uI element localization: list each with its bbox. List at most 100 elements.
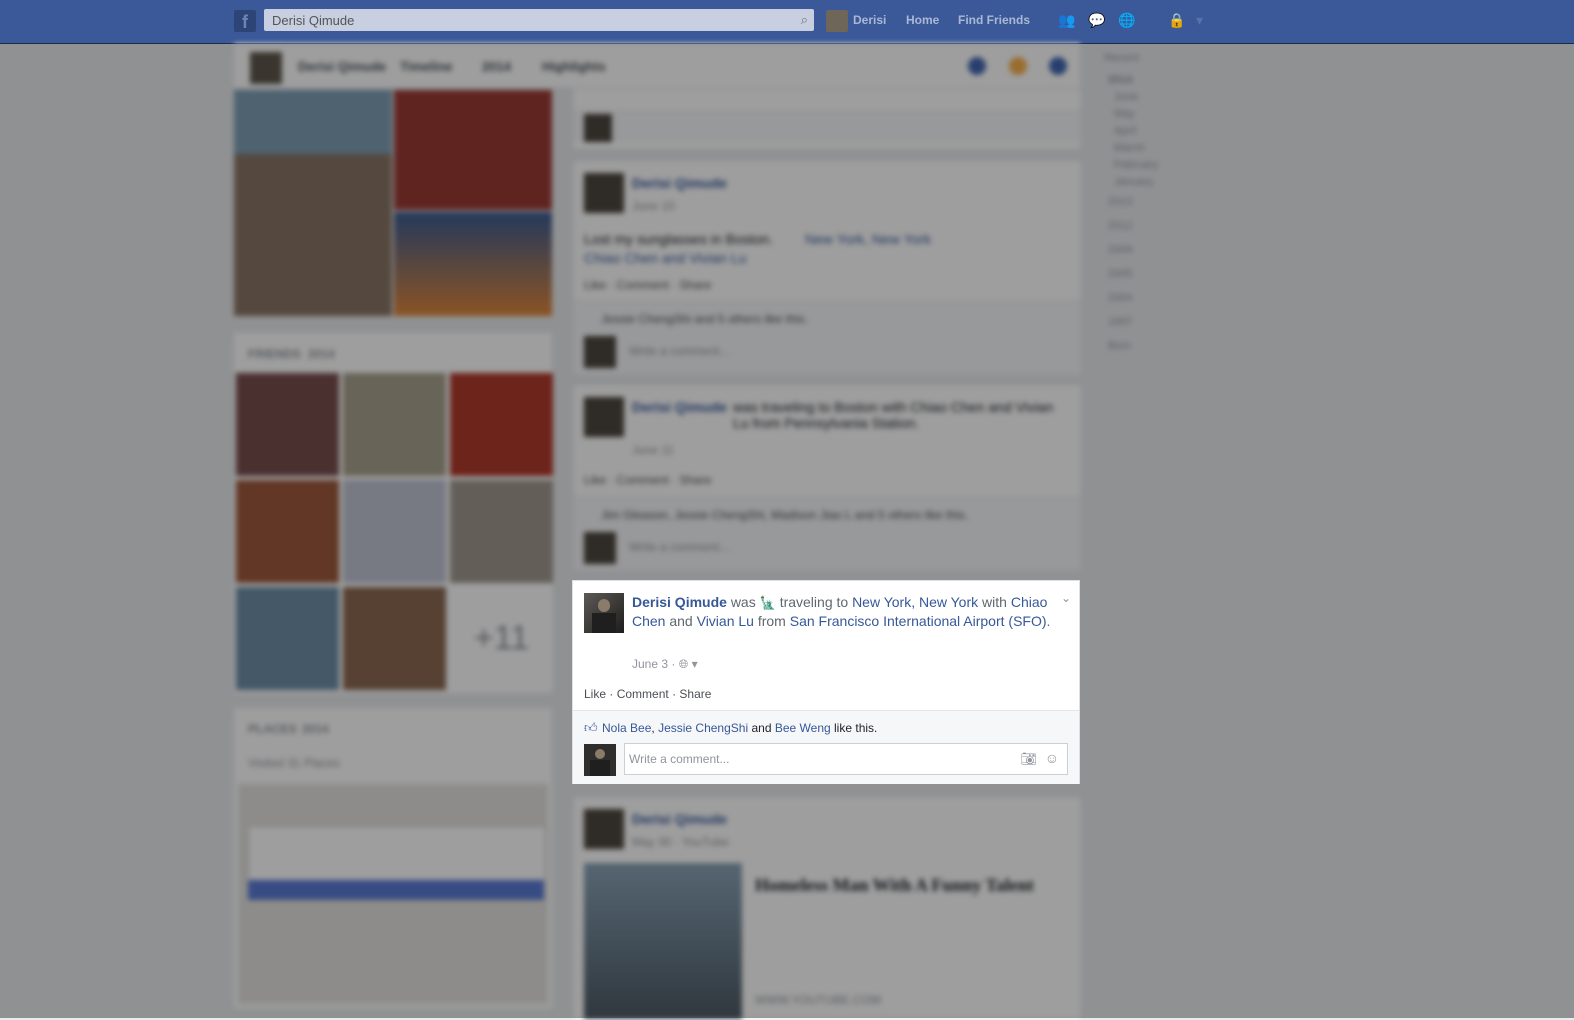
year-dropdown[interactable]: 2014 xyxy=(482,59,511,74)
nav-item[interactable]: May xyxy=(1114,108,1135,120)
places-box: PLACES 2014 Visited 31 Places xyxy=(234,708,552,1008)
friend-tile[interactable] xyxy=(343,587,446,690)
nav-item[interactable]: Born xyxy=(1108,340,1131,352)
more-friends-count[interactable]: +11 xyxy=(450,587,553,690)
post-author[interactable]: Derisi Qimude xyxy=(632,175,727,191)
video-title[interactable]: Homeless Man With A Funny Talent xyxy=(755,875,1034,896)
friend-link-vivian[interactable]: Vivian Lu xyxy=(697,613,754,629)
nav-item[interactable]: 2013 xyxy=(1108,196,1132,208)
like-button[interactable]: Like xyxy=(584,687,606,701)
comment-placeholder[interactable]: Write a comment... xyxy=(629,540,729,554)
tab-timeline[interactable]: Timeline xyxy=(400,59,453,74)
friend-tile[interactable] xyxy=(236,373,339,476)
privacy-icon[interactable]: 🔒 xyxy=(1168,12,1185,29)
photo[interactable] xyxy=(394,212,552,316)
nav-item[interactable]: Recent xyxy=(1104,52,1139,64)
nav-item[interactable]: March xyxy=(1114,142,1145,154)
post-place[interactable]: New York, New York xyxy=(805,231,931,247)
origin-link[interactable]: San Francisco International Airport (SFO… xyxy=(790,613,1047,629)
comment-placeholder[interactable]: Write a comment... xyxy=(629,344,729,358)
smiley-icon[interactable]: ☺ xyxy=(1045,750,1059,766)
nav-item[interactable]: 1997 xyxy=(1108,316,1132,328)
find-friends-link[interactable]: Find Friends xyxy=(958,13,1030,27)
likes-line: Jim Gleason, Jessie ChengShi, Madison Ji… xyxy=(601,508,969,522)
comment-input[interactable]: Write a comment... 📷︎ ☺ xyxy=(624,743,1068,775)
avatar[interactable] xyxy=(584,593,624,633)
friends-icon[interactable] xyxy=(968,57,986,75)
liker-link[interactable]: Jessie ChengShi xyxy=(658,721,748,735)
chevron-down-icon[interactable]: ▾ xyxy=(1196,12,1203,29)
share-button[interactable]: Share xyxy=(679,687,711,701)
destination-link[interactable]: New York, New York xyxy=(852,594,978,610)
post-author[interactable]: Derisi Qimude xyxy=(632,399,727,415)
avatar[interactable] xyxy=(584,809,624,849)
timeline-subnav: Derisi Qimude Timeline 2014 Highlights xyxy=(234,44,1080,89)
friend-tile[interactable] xyxy=(343,373,446,476)
liker-link[interactable]: Nola Bee xyxy=(602,721,651,735)
avatar[interactable] xyxy=(826,10,848,32)
nav-item[interactable]: 2009 xyxy=(1108,244,1132,256)
post-friends[interactable]: Chiao Chen and Vivian Lu xyxy=(584,250,746,266)
nav-item[interactable]: January xyxy=(1114,176,1153,188)
nav-item[interactable]: April xyxy=(1114,125,1136,137)
places-year: 2014 xyxy=(302,722,329,736)
nav-item[interactable]: February xyxy=(1114,159,1158,171)
post-actions[interactable]: Like · Comment · Share xyxy=(584,473,711,487)
friend-tile[interactable] xyxy=(450,373,553,476)
avatar[interactable] xyxy=(584,397,624,437)
map-button[interactable] xyxy=(248,880,544,900)
feed-card xyxy=(572,88,1082,150)
friend-requests-icon[interactable]: 👥 xyxy=(1058,12,1075,29)
photo[interactable] xyxy=(234,154,392,316)
search-input[interactable]: Derisi Qimude ⌕ xyxy=(264,9,814,31)
liker-link[interactable]: Bee Weng xyxy=(775,721,831,735)
post-date[interactable]: June 3 xyxy=(632,657,668,671)
more-icon[interactable] xyxy=(1049,57,1067,75)
nav-item[interactable]: 2005 xyxy=(1108,268,1132,280)
avatar[interactable] xyxy=(250,52,282,84)
post-date[interactable]: May 30 · YouTube xyxy=(632,835,729,849)
comment-bar: Jessie ChengShi and 5 others like this. … xyxy=(573,301,1081,374)
facebook-logo-icon[interactable]: f xyxy=(234,10,256,32)
friend-tile[interactable] xyxy=(236,587,339,690)
comment-button[interactable]: Comment xyxy=(617,687,669,701)
photo[interactable] xyxy=(394,90,552,210)
globe-icon[interactable]: 🌐︎ xyxy=(679,657,689,671)
post-author[interactable]: Derisi Qimude xyxy=(632,811,727,827)
profile-link[interactable]: Derisi xyxy=(853,13,886,27)
photos-grid xyxy=(234,88,552,316)
notifications-icon[interactable]: 🌐 xyxy=(1118,12,1135,29)
messages-icon[interactable]: 💬 xyxy=(1088,12,1105,29)
chevron-down-icon[interactable]: ⌄ xyxy=(1061,591,1071,605)
avatar-body xyxy=(590,760,610,776)
post-date[interactable]: June 11 xyxy=(632,443,674,457)
friend-tile[interactable] xyxy=(343,480,446,583)
feed-card: Derisi Qimude was traveling to Boston wi… xyxy=(572,384,1082,570)
nav-item[interactable]: 2012 xyxy=(1108,220,1132,232)
avatar[interactable] xyxy=(584,173,624,213)
friend-tile[interactable] xyxy=(236,480,339,583)
camera-icon[interactable]: 📷︎ xyxy=(1020,751,1037,767)
likes-line: Jessie ChengShi and 5 others like this. xyxy=(601,312,808,326)
post-date[interactable]: June 10 xyxy=(632,199,675,213)
avatar[interactable] xyxy=(584,744,616,776)
map[interactable] xyxy=(238,784,548,1004)
comment-bar: Jim Gleason, Jessie ChengShi, Madison Ji… xyxy=(573,497,1081,570)
period-text: . xyxy=(1046,613,1051,629)
avatar xyxy=(584,532,616,564)
search-icon[interactable]: ⌕ xyxy=(801,12,808,28)
photo[interactable] xyxy=(234,90,392,154)
friend-tile[interactable] xyxy=(450,480,553,583)
home-link[interactable]: Home xyxy=(906,13,939,27)
and-text: and xyxy=(751,721,772,735)
nav-item[interactable]: 2014 xyxy=(1108,74,1132,86)
video-thumbnail[interactable] xyxy=(584,863,742,1019)
audience-chevron-icon[interactable]: ▾ xyxy=(692,657,698,671)
highlights-dropdown[interactable]: Highlights xyxy=(542,59,606,74)
post-author-link[interactable]: Derisi Qimude xyxy=(632,594,727,610)
nav-item[interactable]: June xyxy=(1114,91,1138,103)
message-icon[interactable] xyxy=(1009,57,1027,75)
subnav-name[interactable]: Derisi Qimude xyxy=(298,59,386,74)
post-actions[interactable]: Like · Comment · Share xyxy=(584,278,711,292)
nav-item[interactable]: 2004 xyxy=(1108,292,1132,304)
